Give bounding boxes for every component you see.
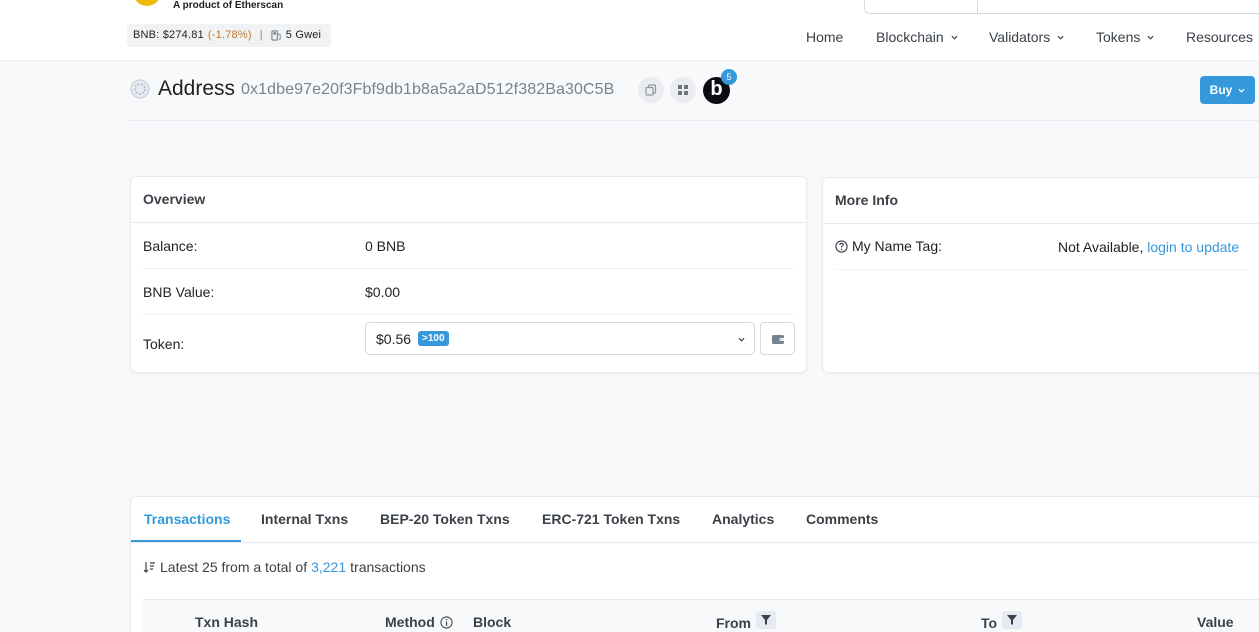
overview-heading: Overview [131,177,806,223]
address-icon [130,79,150,99]
tab-internal-txns[interactable]: Internal Txns [261,511,348,527]
to-filter-button[interactable] [1002,611,1023,629]
name-tag-row: My Name Tag: Not Available, login to upd… [835,224,1246,270]
sort-icon [143,562,155,573]
search-divider [977,0,978,13]
name-tag-label-wrap: My Name Tag: [835,238,942,254]
tab-erc721-token-txns[interactable]: ERC-721 Token Txns [542,511,680,527]
nav-tokens-label: Tokens [1096,29,1141,45]
login-to-update-link[interactable]: login to update [1147,239,1239,255]
balance-label: Balance: [143,238,198,254]
name-tag-value: Not Available, [1058,239,1144,255]
transactions-table-header: Txn Hash Method Block From To Value [143,599,1259,632]
col-method: Method [385,614,435,630]
address-hash[interactable]: 0x1dbe97e20f3Fbf9db1b8a5a2aD512f382Ba30C… [241,81,614,99]
nav-blockchain[interactable]: Blockchain [876,29,958,45]
token-label: Token: [143,336,185,352]
nav-blockchain-label: Blockchain [876,29,944,45]
nav-tokens[interactable]: Tokens [1096,29,1154,45]
summary-prefix: Latest 25 from a total of [160,559,308,575]
col-to-wrap: To [981,611,1023,631]
more-info-heading: More Info [823,178,1259,224]
nav-validators-label: Validators [989,29,1051,45]
tab-bar: Transactions Internal Txns BEP-20 Token … [131,497,1259,543]
chevron-down-icon [1057,35,1064,40]
search-bar[interactable] [864,0,1259,14]
tab-bep20-token-txns[interactable]: BEP-20 Token Txns [380,511,510,527]
chevron-down-icon [951,35,958,40]
transactions-card: Transactions Internal Txns BEP-20 Token … [130,496,1259,632]
token-value: $0.56 [376,331,412,347]
bnb-value-label: BNB Value: [143,284,215,300]
col-block: Block [473,614,512,630]
wallet-icon [771,334,784,344]
token-holdings-button[interactable] [760,322,795,355]
col-value: Value [1197,614,1234,630]
from-filter-button[interactable] [756,611,776,629]
nav-home[interactable]: Home [806,29,843,45]
tab-comments[interactable]: Comments [806,511,878,527]
bnb-price-change: (-1.78%) [207,29,252,41]
col-method-wrap: Method [385,614,453,630]
chevron-down-icon [1147,35,1154,40]
token-row: Token: $0.56 >100 [143,315,795,371]
nav-resources[interactable]: Resources [1186,29,1253,45]
col-from-wrap: From [716,611,776,631]
gas-pump-icon [271,30,281,41]
transactions-summary: Latest 25 from a total of 3,221 transact… [143,559,426,575]
token-count-badge: >100 [418,331,449,346]
chevron-down-icon [1238,88,1245,93]
price-separator: | [259,29,263,41]
page-title: Address [158,77,236,100]
copy-icon [645,84,657,96]
filter-icon [1007,615,1018,625]
logo-subtitle: A product of Etherscan [173,0,284,11]
chevron-down-icon [738,337,745,342]
title-divider [130,120,1259,121]
bnb-value-row: BNB Value: $0.00 [143,269,794,315]
balance-row: Balance: 0 BNB [143,223,794,269]
price-ticker: BNB: $274.81 (-1.78%) | 5 Gwei [127,24,332,47]
overview-card: Overview Balance: 0 BNB BNB Value: $0.00… [130,176,807,373]
col-from: From [716,615,751,631]
col-to: To [981,615,998,631]
col-txn-hash: Txn Hash [195,614,259,630]
gas-price[interactable]: 5 Gwei [286,24,321,47]
bnb-price[interactable]: BNB: $274.81 [133,24,204,47]
nav-validators[interactable]: Validators [989,29,1064,45]
buy-button[interactable]: Buy [1200,76,1255,104]
question-circle-icon[interactable] [835,239,848,253]
tab-analytics[interactable]: Analytics [712,511,774,527]
info-icon[interactable] [440,615,453,629]
summary-suffix: transactions [350,559,426,575]
tab-transactions[interactable]: Transactions [144,511,230,527]
balance-value: 0 BNB [365,238,406,254]
nav-home-label: Home [806,29,844,45]
notification-badge: 5 [721,69,737,85]
bnb-value-value: $0.00 [365,284,401,300]
buy-button-label: Buy [1209,83,1233,97]
copy-address-button[interactable] [638,77,664,103]
qr-code-icon [678,85,688,95]
token-holdings-dropdown[interactable]: $0.56 >100 [365,322,755,355]
name-tag-value-wrap: Not Available, login to update [1058,239,1239,255]
bscscan-logo-icon[interactable] [128,0,166,14]
nav-resources-label: Resources [1186,29,1253,45]
name-tag-label: My Name Tag: [852,238,942,254]
more-info-card: More Info My Name Tag: Not Available, lo… [822,177,1259,373]
site-header: A product of Etherscan BNB: $274.81 (-1.… [0,0,1259,61]
filter-icon [761,615,771,625]
qr-code-button[interactable] [670,77,696,103]
active-tab-indicator [131,540,241,542]
total-transactions-link[interactable]: 3,221 [311,559,346,575]
